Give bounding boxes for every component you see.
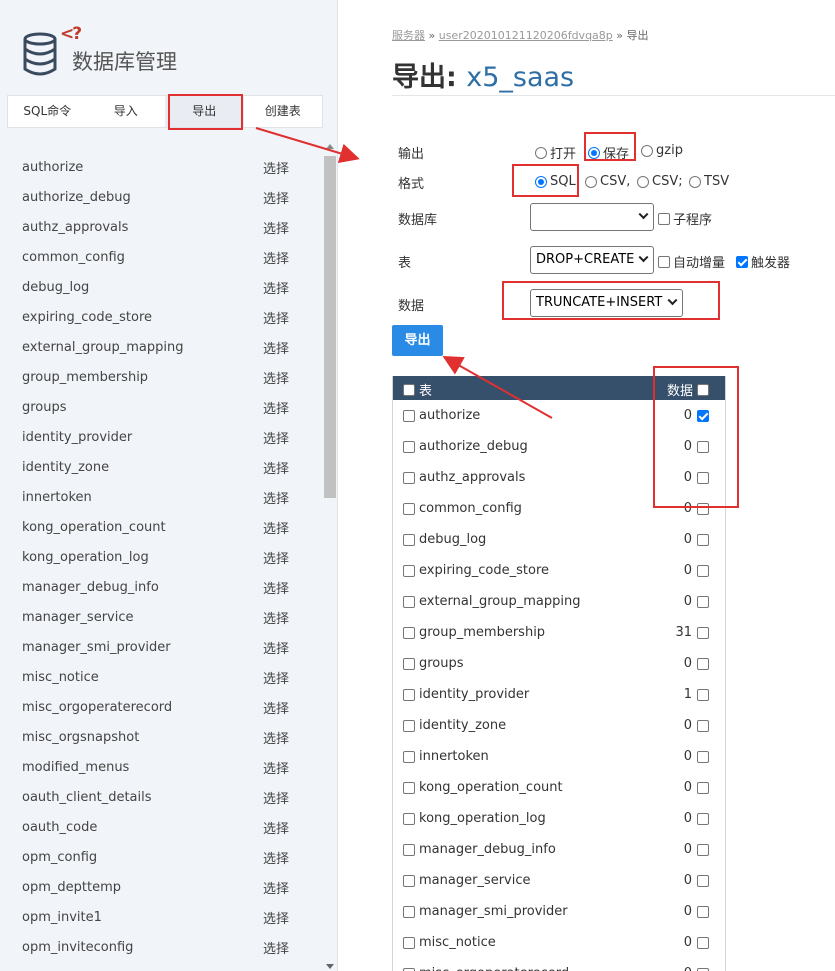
annotation-arrows xyxy=(255,127,553,419)
annotation-arrow-tab xyxy=(255,127,360,163)
annotation-arrow-button xyxy=(442,356,553,419)
